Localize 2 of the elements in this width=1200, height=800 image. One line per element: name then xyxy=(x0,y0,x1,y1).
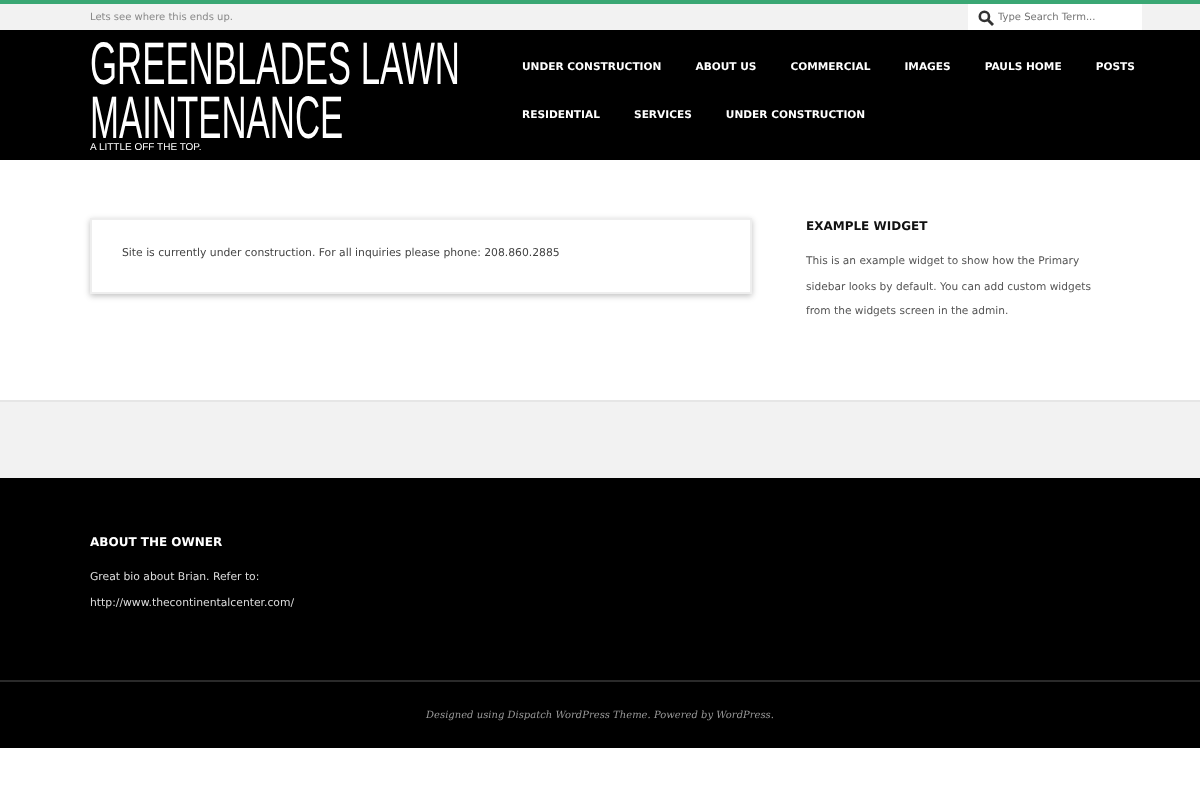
site-title[interactable]: GREENBLADES LAWN xyxy=(90,38,460,92)
site-title[interactable]: MAINTENANCE xyxy=(90,92,344,146)
